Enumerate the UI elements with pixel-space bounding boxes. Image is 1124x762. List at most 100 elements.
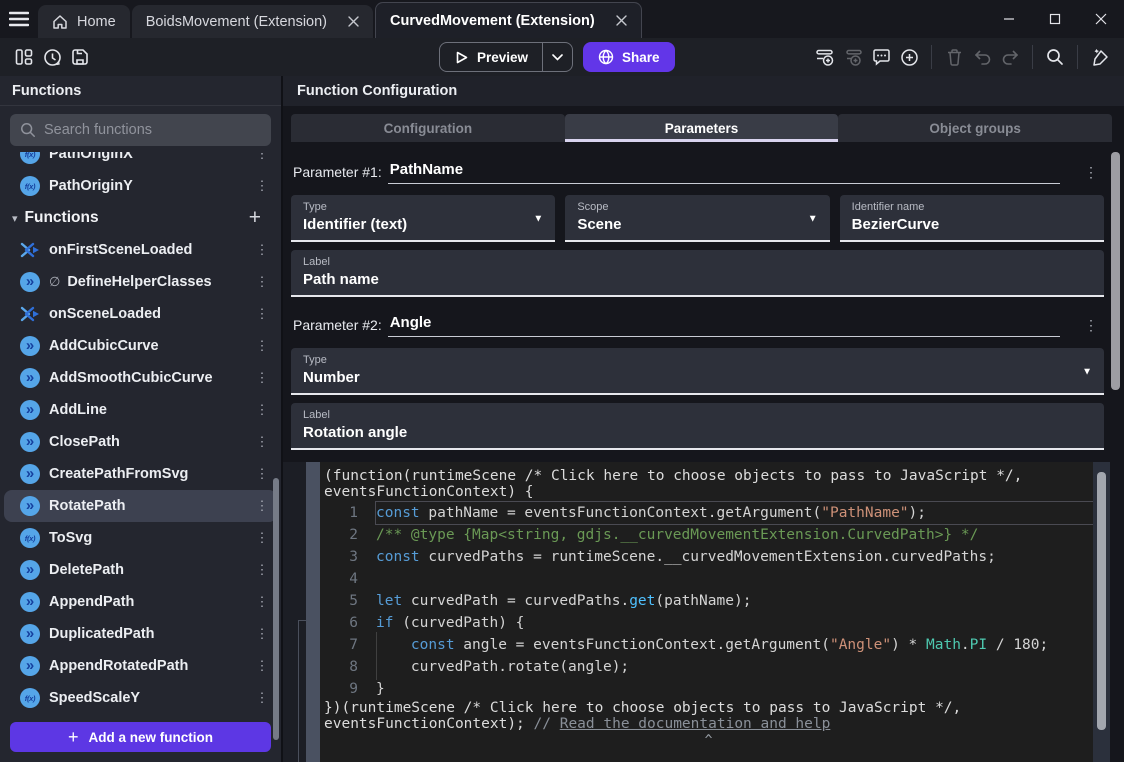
add-new-function-button[interactable]: + Add a new function (10, 722, 271, 752)
function-list-item[interactable]: »AppendRotatedPath⋮ (4, 650, 277, 682)
tab-parameters[interactable]: Parameters (565, 114, 839, 142)
hamburger-menu-icon[interactable] (0, 0, 38, 38)
search-functions-input[interactable] (44, 122, 261, 138)
type-select[interactable]: Type Number ▼ (291, 348, 1104, 395)
item-menu-button[interactable]: ⋮ (255, 498, 269, 514)
parameter-menu-button[interactable]: ⋮ (1080, 164, 1102, 181)
search-functions-box[interactable] (10, 114, 271, 146)
function-list-item[interactable]: »AddCubicCurve⋮ (4, 330, 277, 362)
tab-object-groups[interactable]: Object groups (838, 114, 1112, 142)
code-line[interactable]: 4 (324, 568, 1093, 590)
item-menu-button[interactable]: ⋮ (255, 338, 269, 354)
preview-button[interactable]: Preview (439, 42, 573, 72)
add-subevent-icon[interactable] (839, 43, 867, 71)
code-line[interactable]: 8 curvedPath.rotate(angle); (324, 656, 1093, 678)
add-circle-icon[interactable] (895, 43, 923, 71)
add-event-icon[interactable] (811, 43, 839, 71)
item-menu-button[interactable]: ⋮ (255, 530, 269, 546)
sidebar-scrollbar[interactable] (273, 478, 279, 740)
add-comment-icon[interactable] (867, 43, 895, 71)
parameters-scrollbar[interactable] (1111, 152, 1120, 390)
tab-configuration[interactable]: Configuration (291, 114, 565, 142)
label-field[interactable]: Label Path name (291, 250, 1104, 297)
code-line[interactable]: 3const curvedPaths = runtimeScene.__curv… (324, 546, 1093, 568)
edit-extension-icon[interactable] (1086, 43, 1114, 71)
function-list-item[interactable]: »AddSmoothCubicCurve⋮ (4, 362, 277, 394)
function-list-item[interactable]: f(x)PathOriginX⋮ (4, 152, 277, 170)
maximize-button[interactable] (1032, 0, 1078, 38)
item-menu-button[interactable]: ⋮ (255, 242, 269, 258)
item-menu-button[interactable]: ⋮ (255, 658, 269, 674)
item-menu-button[interactable]: ⋮ (255, 434, 269, 450)
item-menu-button[interactable]: ⋮ (255, 466, 269, 482)
code-line-content: } (376, 678, 1093, 700)
item-menu-button[interactable]: ⋮ (255, 152, 269, 162)
function-list-item[interactable]: f(x)PathOriginY⋮ (4, 170, 277, 202)
item-menu-button[interactable]: ⋮ (255, 178, 269, 194)
share-button[interactable]: Share (583, 42, 675, 72)
preview-dropdown-button[interactable] (542, 43, 572, 71)
function-list-item[interactable]: f(x)ToSvg⋮ (4, 522, 277, 554)
code-line[interactable]: 9} (324, 678, 1093, 700)
function-list-item[interactable]: onSceneLoaded⋮ (4, 298, 277, 330)
action-function-icon: » (20, 400, 40, 420)
tab-label: Home (77, 14, 116, 30)
type-select[interactable]: Type Identifier (text) ▼ (291, 195, 555, 242)
tab-curvedmovement[interactable]: CurvedMovement (Extension) (375, 2, 642, 38)
search-icon[interactable] (1041, 43, 1069, 71)
tab-boidsmovement[interactable]: BoidsMovement (Extension) (132, 5, 373, 38)
documentation-link[interactable]: Read the documentation and help (560, 716, 831, 732)
close-tab-icon[interactable] (348, 16, 359, 27)
identifier-name-field[interactable]: Identifier name BezierCurve (840, 195, 1104, 242)
redo-icon[interactable] (996, 43, 1024, 71)
function-list-item[interactable]: »ClosePath⋮ (4, 426, 277, 458)
parameter-menu-button[interactable]: ⋮ (1080, 317, 1102, 334)
minimize-button[interactable] (986, 0, 1032, 38)
collapse-triangle-icon[interactable]: ▾ (12, 212, 18, 225)
code-event-handle[interactable] (306, 462, 320, 762)
item-menu-button[interactable]: ⋮ (255, 402, 269, 418)
code-line[interactable]: 2/** @type {Map<string, gdjs.__curvedMov… (324, 524, 1093, 546)
function-list-item[interactable]: »CreatePathFromSvg⋮ (4, 458, 277, 490)
code-scrollbar-thumb[interactable] (1097, 472, 1106, 730)
close-window-button[interactable] (1078, 0, 1124, 38)
functions-section-header[interactable]: ▾ Functions + (4, 202, 277, 234)
code-lines[interactable]: 1const pathName = eventsFunctionContext.… (324, 502, 1093, 700)
code-editor[interactable]: (function(runtimeScene /* Click here to … (320, 462, 1093, 762)
item-menu-button[interactable]: ⋮ (255, 594, 269, 610)
function-list-item[interactable]: f(x)SpeedScaleY⋮ (4, 682, 277, 714)
delete-icon[interactable] (940, 43, 968, 71)
code-footer-line[interactable]: })(runtimeScene /* Click here to choose … (324, 700, 1093, 716)
code-line[interactable]: 5let curvedPath = curvedPaths.get(pathNa… (324, 590, 1093, 612)
item-menu-button[interactable]: ⋮ (255, 690, 269, 706)
label-field[interactable]: Label Rotation angle (291, 403, 1104, 450)
item-menu-button[interactable]: ⋮ (255, 626, 269, 642)
open-project-manager-icon[interactable] (10, 43, 38, 71)
scope-select[interactable]: Scope Scene ▼ (565, 195, 829, 242)
code-line[interactable]: 6if (curvedPath) { (324, 612, 1093, 634)
undo-icon[interactable] (968, 43, 996, 71)
item-menu-button[interactable]: ⋮ (255, 562, 269, 578)
item-menu-button[interactable]: ⋮ (255, 306, 269, 322)
close-tab-icon[interactable] (616, 15, 627, 26)
add-function-plus-icon[interactable]: + (243, 206, 267, 230)
expand-caret[interactable]: ^ (324, 732, 1093, 750)
code-line[interactable]: 7 const angle = eventsFunctionContext.ge… (324, 634, 1093, 656)
function-list-item[interactable]: »DuplicatedPath⋮ (4, 618, 277, 650)
code-line[interactable]: 1const pathName = eventsFunctionContext.… (324, 502, 1093, 524)
tab-home[interactable]: Home (38, 5, 130, 38)
item-menu-button[interactable]: ⋮ (255, 274, 269, 290)
function-list-item[interactable]: »∅DefineHelperClasses⋮ (4, 266, 277, 298)
function-list-item[interactable]: »RotatePath⋮ (4, 490, 277, 522)
function-list-item[interactable]: »AppendPath⋮ (4, 586, 277, 618)
function-list-item[interactable]: »AddLine⋮ (4, 394, 277, 426)
function-list-item[interactable]: onFirstSceneLoaded⋮ (4, 234, 277, 266)
parameter-name-input[interactable]: PathName (388, 161, 1060, 184)
item-menu-button[interactable]: ⋮ (255, 370, 269, 386)
save-icon[interactable] (66, 43, 94, 71)
code-header-line[interactable]: (function(runtimeScene /* Click here to … (324, 468, 1093, 484)
code-scrollbar[interactable] (1093, 462, 1110, 762)
parameter-name-input[interactable]: Angle (388, 314, 1060, 337)
function-list-item[interactable]: »DeletePath⋮ (4, 554, 277, 586)
version-history-icon[interactable] (38, 43, 66, 71)
